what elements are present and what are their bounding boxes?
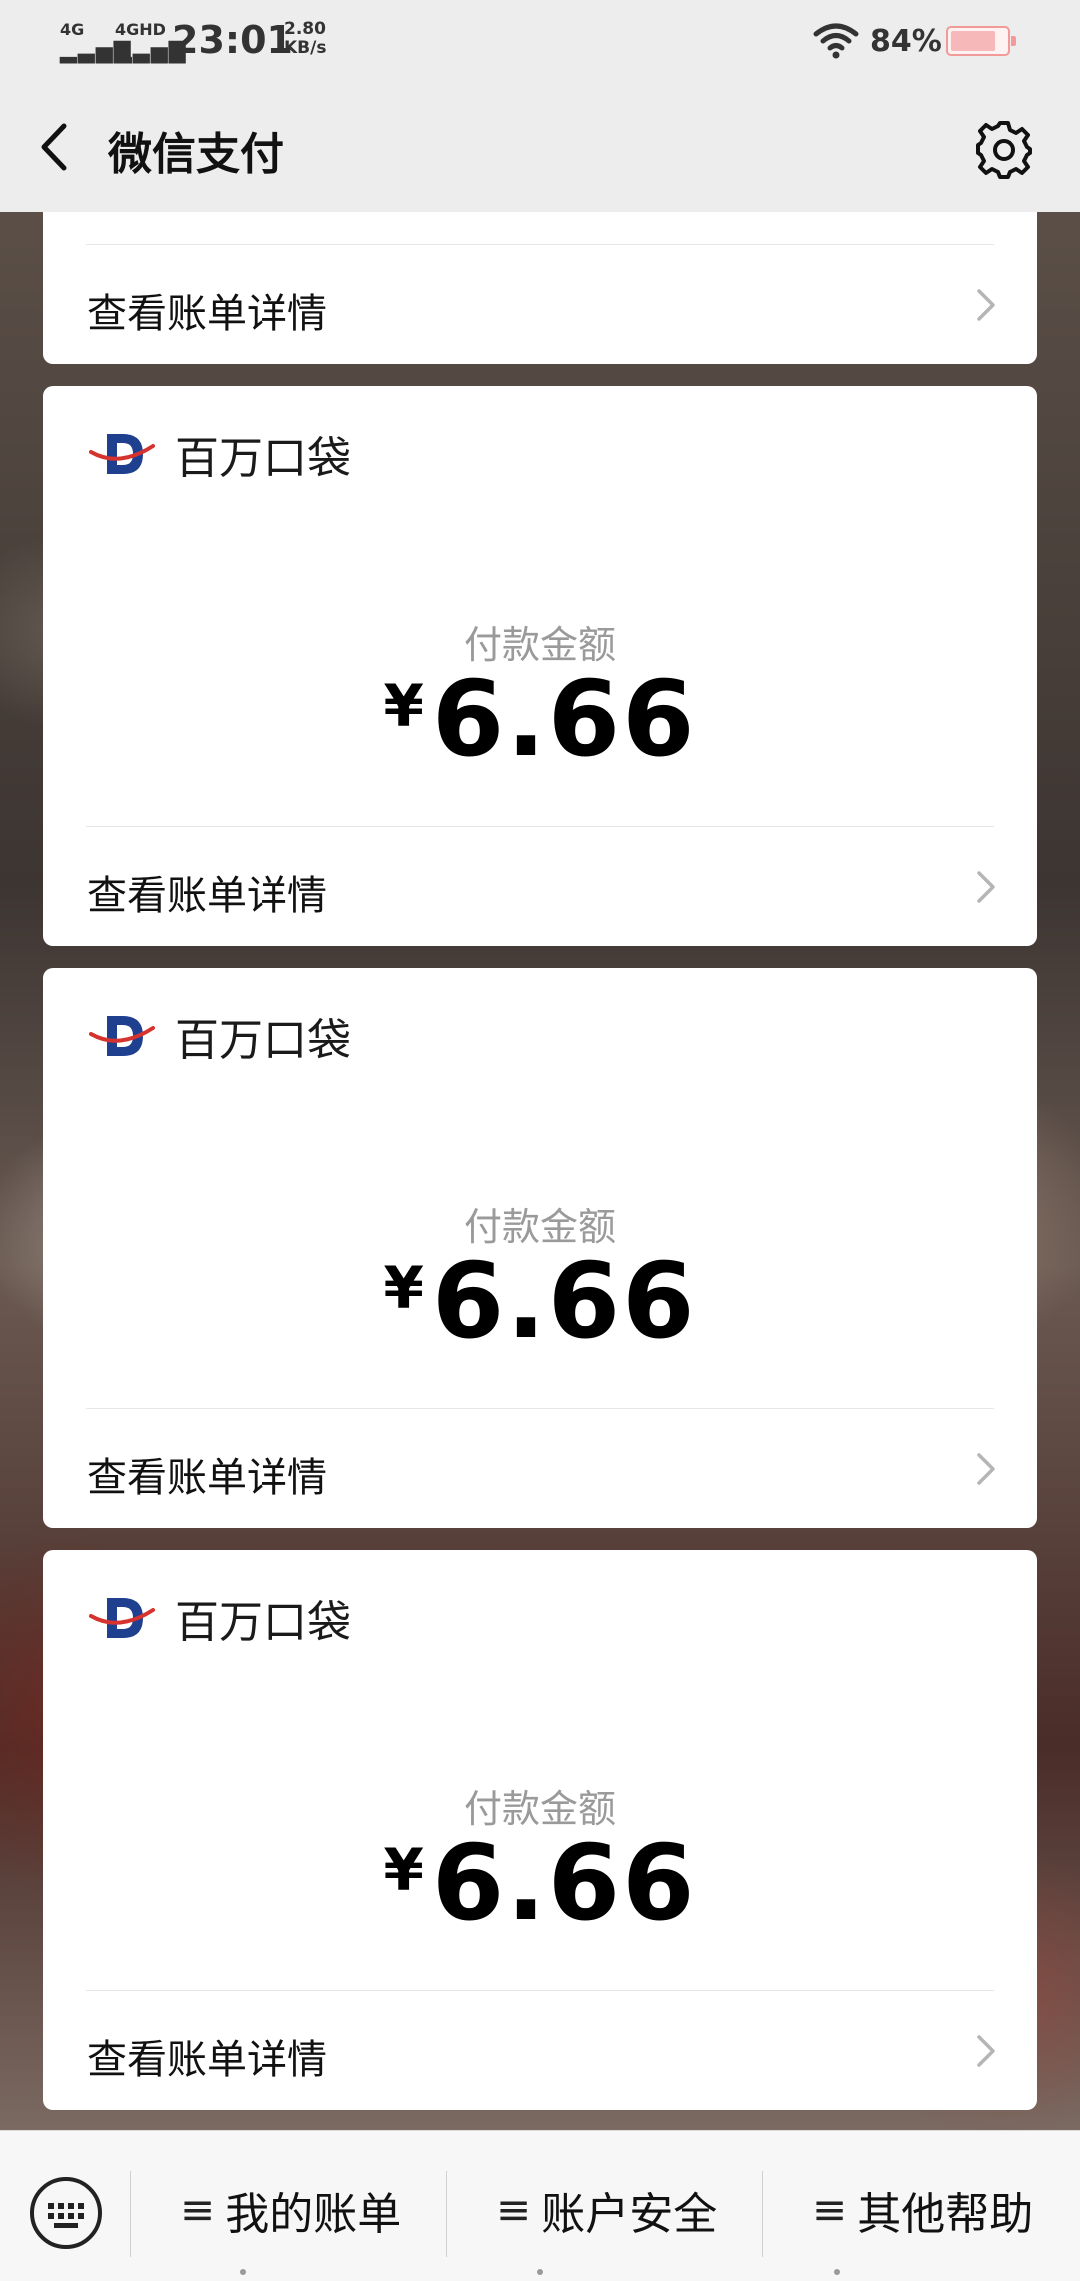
menu-label: 我的账单 <box>225 2189 402 2240</box>
view-bill-details-label: 查看账单详情 <box>87 1455 327 1501</box>
chevron-right-icon <box>977 871 995 903</box>
keyboard-toggle-button[interactable] <box>28 2175 104 2251</box>
chevron-right-icon <box>977 1453 995 1485</box>
currency-symbol: ¥ <box>383 1836 424 1904</box>
payment-card: 百万口袋 付款金额 ¥6.66 查看账单详情 <box>43 968 1037 1528</box>
gear-icon <box>976 121 1032 179</box>
merchant-name: 百万口袋 <box>175 433 351 484</box>
nav-dot <box>537 2269 543 2275</box>
amount-value: 6.66 <box>431 1240 697 1362</box>
merchant-header: 百万口袋 <box>89 424 351 484</box>
merchant-logo-icon <box>89 1016 155 1056</box>
divider <box>762 2171 763 2257</box>
wifi-icon <box>813 23 859 59</box>
payment-amount: ¥6.66 <box>43 1822 1037 1944</box>
battery-icon <box>946 26 1016 56</box>
payment-card: 百万口袋 付款金额 ¥6.66 查看账单详情 <box>43 1550 1037 2110</box>
chevron-right-icon <box>977 2035 995 2067</box>
page-title: 微信支付 <box>108 129 284 180</box>
battery-percent: 84% <box>870 24 942 59</box>
signal-2-label: 4GHD <box>115 20 166 39</box>
menu-my-bills[interactable]: ≡ 我的账单 <box>180 2175 401 2245</box>
menu-account-security[interactable]: ≡ 账户安全 <box>496 2175 717 2245</box>
menu-icon: ≡ <box>812 2185 848 2234</box>
payment-amount: ¥6.66 <box>43 1240 1037 1362</box>
amount-value: 6.66 <box>431 658 697 780</box>
merchant-name: 百万口袋 <box>175 1015 351 1066</box>
view-bill-details-row[interactable]: 查看账单详情 <box>43 1409 1037 1527</box>
payment-amount: ¥6.66 <box>43 658 1037 780</box>
payment-card: 百万口袋 付款金额 ¥6.66 查看账单详情 <box>43 386 1037 946</box>
currency-symbol: ¥ <box>383 672 424 740</box>
status-bar: 4G ▂▃▅▇ 4GHD ▂▃▅▇ 23:01 2.80 KB/s 84% <box>0 0 1080 82</box>
view-bill-details-label: 查看账单详情 <box>87 2037 327 2083</box>
merchant-logo-icon <box>89 434 155 474</box>
keyboard-icon <box>30 2177 102 2249</box>
back-button[interactable] <box>30 120 80 174</box>
network-speed: 2.80 KB/s <box>284 20 326 58</box>
status-time: 23:01 <box>172 18 293 62</box>
settings-button[interactable] <box>974 120 1034 180</box>
menu-icon: ≡ <box>496 2185 532 2234</box>
menu-label: 其他帮助 <box>857 2189 1034 2240</box>
network-speed-unit: KB/s <box>284 38 327 58</box>
menu-other-help[interactable]: ≡ 其他帮助 <box>812 2175 1033 2245</box>
merchant-name: 百万口袋 <box>175 1597 351 1648</box>
view-bill-details-row[interactable]: 查看账单详情 <box>43 245 1037 363</box>
battery-fill <box>951 31 996 51</box>
divider <box>446 2171 447 2257</box>
amount-value: 6.66 <box>431 1822 697 1944</box>
signal-1-label: 4G <box>60 20 85 39</box>
divider <box>130 2171 131 2257</box>
chevron-left-icon <box>41 123 67 171</box>
nav-dot <box>240 2269 246 2275</box>
currency-symbol: ¥ <box>383 1254 424 1322</box>
bottom-menu-bar: ≡ 我的账单 ≡ 账户安全 ≡ 其他帮助 <box>0 2130 1080 2281</box>
payment-card-partial: 查看账单详情 <box>43 212 1037 364</box>
view-bill-details-row[interactable]: 查看账单详情 <box>43 827 1037 945</box>
view-bill-details-label: 查看账单详情 <box>87 291 327 337</box>
nav-dot <box>834 2269 840 2275</box>
menu-label: 账户安全 <box>541 2189 718 2240</box>
navigation-bar: 微信支付 <box>0 82 1080 212</box>
view-bill-details-label: 查看账单详情 <box>87 873 327 919</box>
merchant-logo-icon <box>89 1598 155 1638</box>
menu-icon: ≡ <box>180 2185 216 2234</box>
chevron-right-icon <box>977 289 995 321</box>
merchant-header: 百万口袋 <box>89 1588 351 1648</box>
view-bill-details-row[interactable]: 查看账单详情 <box>43 1991 1037 2109</box>
network-speed-value: 2.80 <box>284 19 326 39</box>
merchant-header: 百万口袋 <box>89 1006 351 1066</box>
